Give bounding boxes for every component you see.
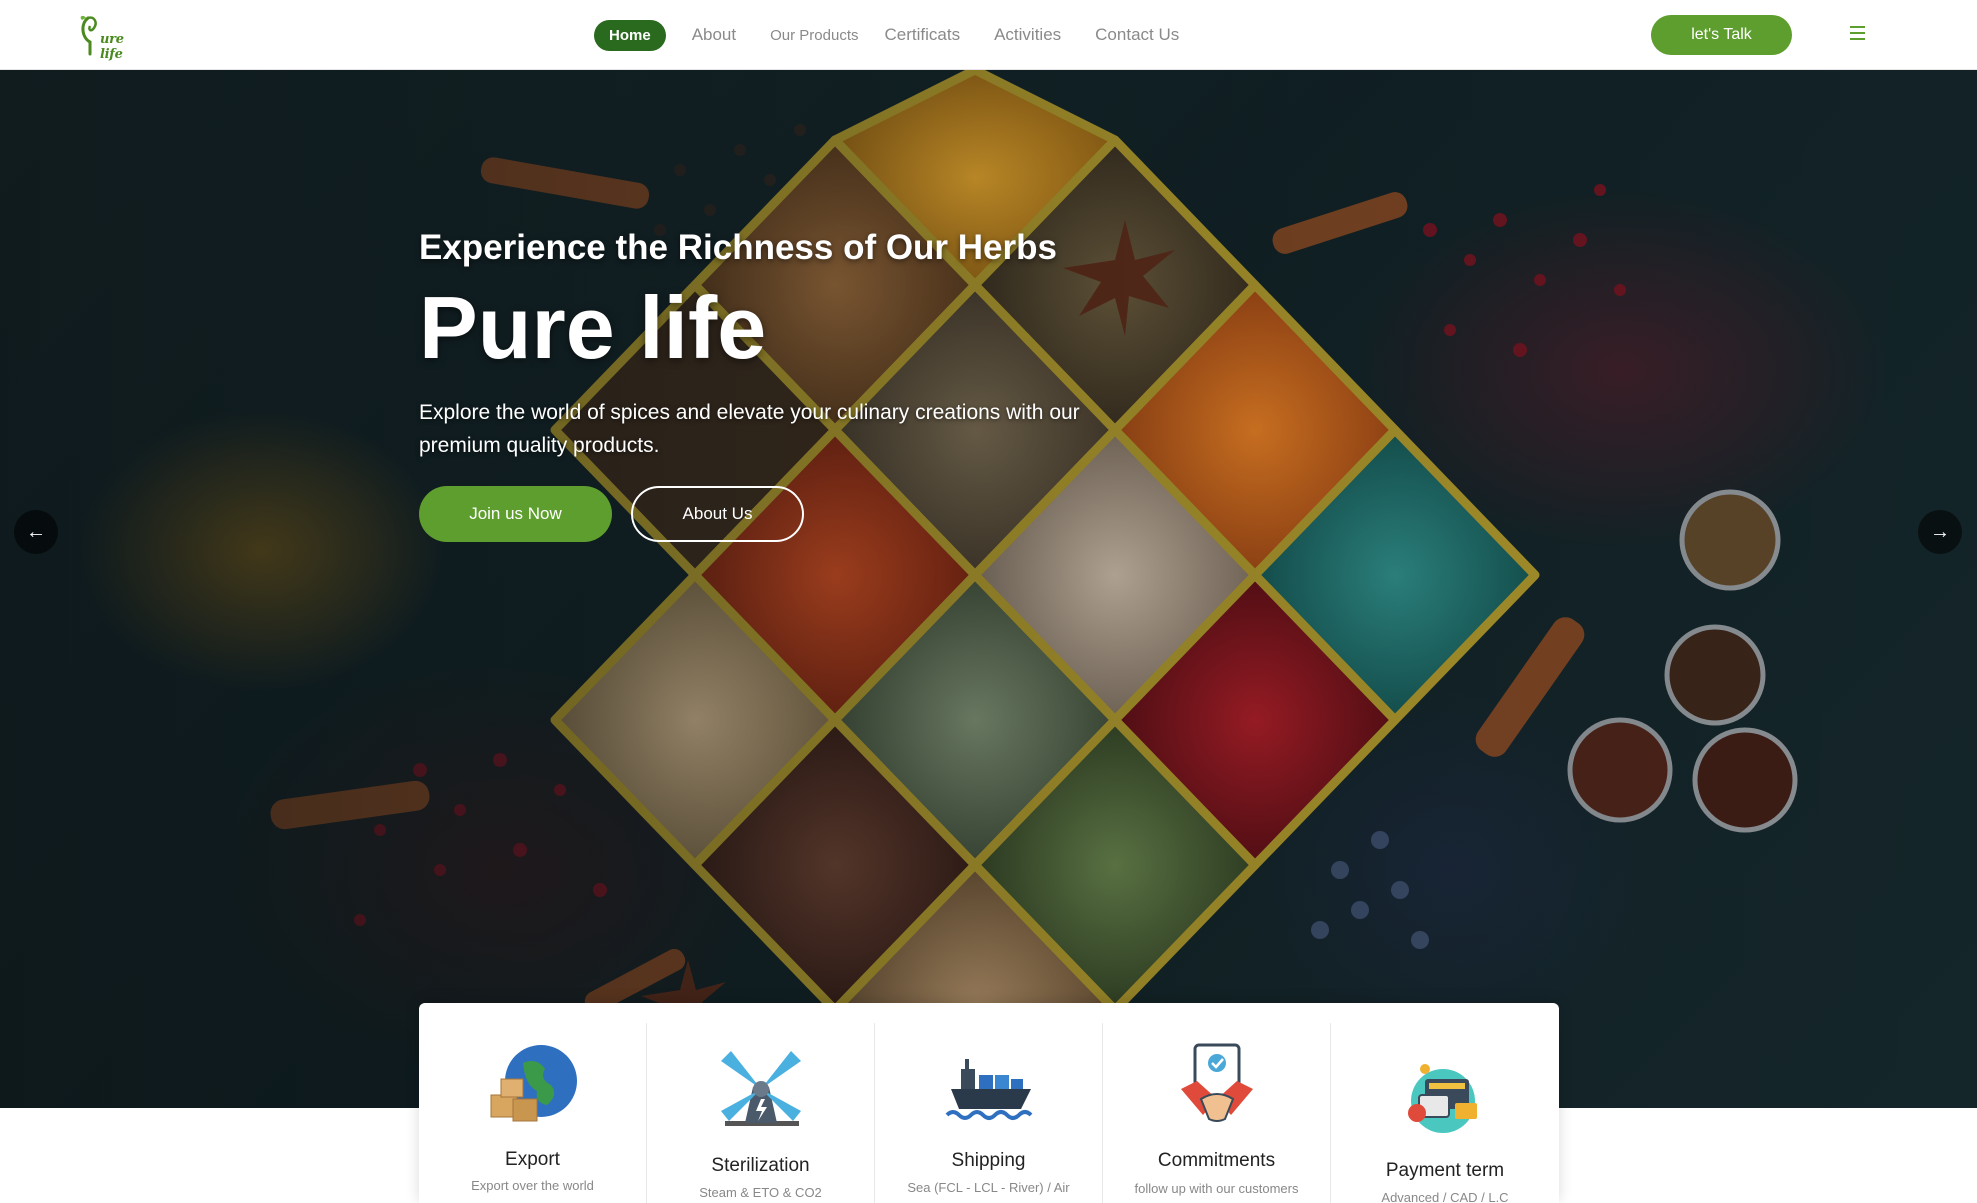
- join-us-button[interactable]: Join us Now: [419, 486, 612, 542]
- feature-title: Export: [505, 1149, 560, 1170]
- globe-boxes-icon: [490, 1045, 577, 1122]
- windmill-icon: [721, 1051, 801, 1126]
- slider-next-button[interactable]: →: [1918, 510, 1962, 554]
- feature-commitments[interactable]: Commitments follow up with our customers: [1103, 1023, 1331, 1203]
- brand-logo[interactable]: ure life: [76, 14, 138, 62]
- features-panel: Export Export over the world Sterilizati…: [419, 1003, 1559, 1203]
- slider-prev-button[interactable]: ←: [14, 510, 58, 554]
- nav-about[interactable]: About: [692, 25, 736, 45]
- nav-certificats[interactable]: Certificats: [885, 25, 961, 45]
- nav-activities[interactable]: Activities: [994, 25, 1061, 45]
- nav-contact-us[interactable]: Contact Us: [1095, 25, 1179, 45]
- handshake-icon: [1181, 1043, 1253, 1122]
- feature-desc: Steam & ETO & CO2: [699, 1185, 822, 1200]
- lets-talk-button[interactable]: let's Talk: [1651, 15, 1792, 55]
- arrow-right-icon: →: [1930, 520, 1950, 543]
- feature-desc: Export over the world: [471, 1178, 594, 1193]
- feature-shipping[interactable]: Shipping Sea (FCL - LCL - River) / Air: [875, 1023, 1103, 1203]
- payment-icon: [1408, 1064, 1477, 1133]
- hero-title: Pure life: [419, 278, 767, 377]
- feature-desc: Advanced / CAD / L.C: [1381, 1190, 1509, 1203]
- about-us-button[interactable]: About Us: [631, 486, 804, 542]
- hero-subtitle: Experience the Richness of Our Herbs: [419, 228, 1057, 267]
- hero-overlay: [0, 70, 1977, 1108]
- hero-actions: Join us Now About Us: [419, 486, 804, 542]
- feature-desc: Sea (FCL - LCL - River) / Air: [907, 1180, 1070, 1195]
- feature-export[interactable]: Export Export over the world: [419, 1023, 647, 1203]
- main-menu: Home About Our Products Certificats Acti…: [594, 17, 1213, 53]
- feature-title: Payment term: [1385, 1160, 1505, 1181]
- feature-title: Shipping: [951, 1150, 1026, 1171]
- nav-our-products[interactable]: Our Products: [770, 27, 858, 44]
- cargo-ship-icon: [945, 1059, 1033, 1120]
- page: ure life Home About Our Products Certifi…: [0, 0, 1977, 1203]
- hero-banner: Experience the Richness of Our Herbs Pur…: [0, 70, 1977, 1108]
- feature-title: Commitments: [1157, 1150, 1276, 1171]
- hero-content: Experience the Richness of Our Herbs Pur…: [419, 228, 1139, 462]
- arrow-left-icon: ←: [26, 520, 46, 543]
- feature-payment-term[interactable]: Payment term Advanced / CAD / L.C: [1331, 1023, 1559, 1203]
- top-navbar: ure life Home About Our Products Certifi…: [0, 0, 1977, 70]
- feature-desc: follow up with our customers: [1134, 1181, 1299, 1196]
- feature-title: Sterilization: [711, 1155, 810, 1176]
- hero-description: Explore the world of spices and elevate …: [419, 401, 1080, 457]
- nav-home[interactable]: Home: [594, 19, 666, 51]
- hamburger-icon[interactable]: [1850, 26, 1865, 40]
- logo-text: ure life: [100, 32, 124, 62]
- feature-sterilization[interactable]: Sterilization Steam & ETO & CO2: [647, 1023, 875, 1203]
